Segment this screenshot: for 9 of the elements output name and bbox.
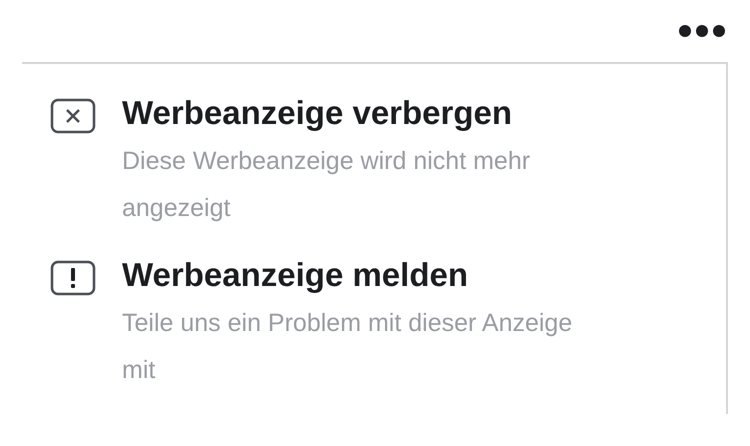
menu-item[interactable]: Werbeanzeige verbergen Diese Werbeanzeige wird nicht mehr angezeigt	[50, 88, 726, 232]
close-icon	[50, 98, 96, 134]
exclamation-icon	[50, 260, 96, 296]
menu-item-description: Teile uns ein Problem mit dieser Anzeige mit	[122, 308, 574, 386]
menu-item-title: Werbeanzeige verbergen	[122, 93, 514, 133]
more-icon	[678, 24, 726, 38]
menu-item-title: Werbeanzeige melden	[122, 255, 470, 295]
menu-item-description: Diese Werbeanzeige wird nicht mehr angezeigt	[122, 146, 532, 224]
menu-item[interactable]: Werbeanzeige melden Teile uns ein Problem mit dieser Anzeige mit	[50, 250, 726, 394]
